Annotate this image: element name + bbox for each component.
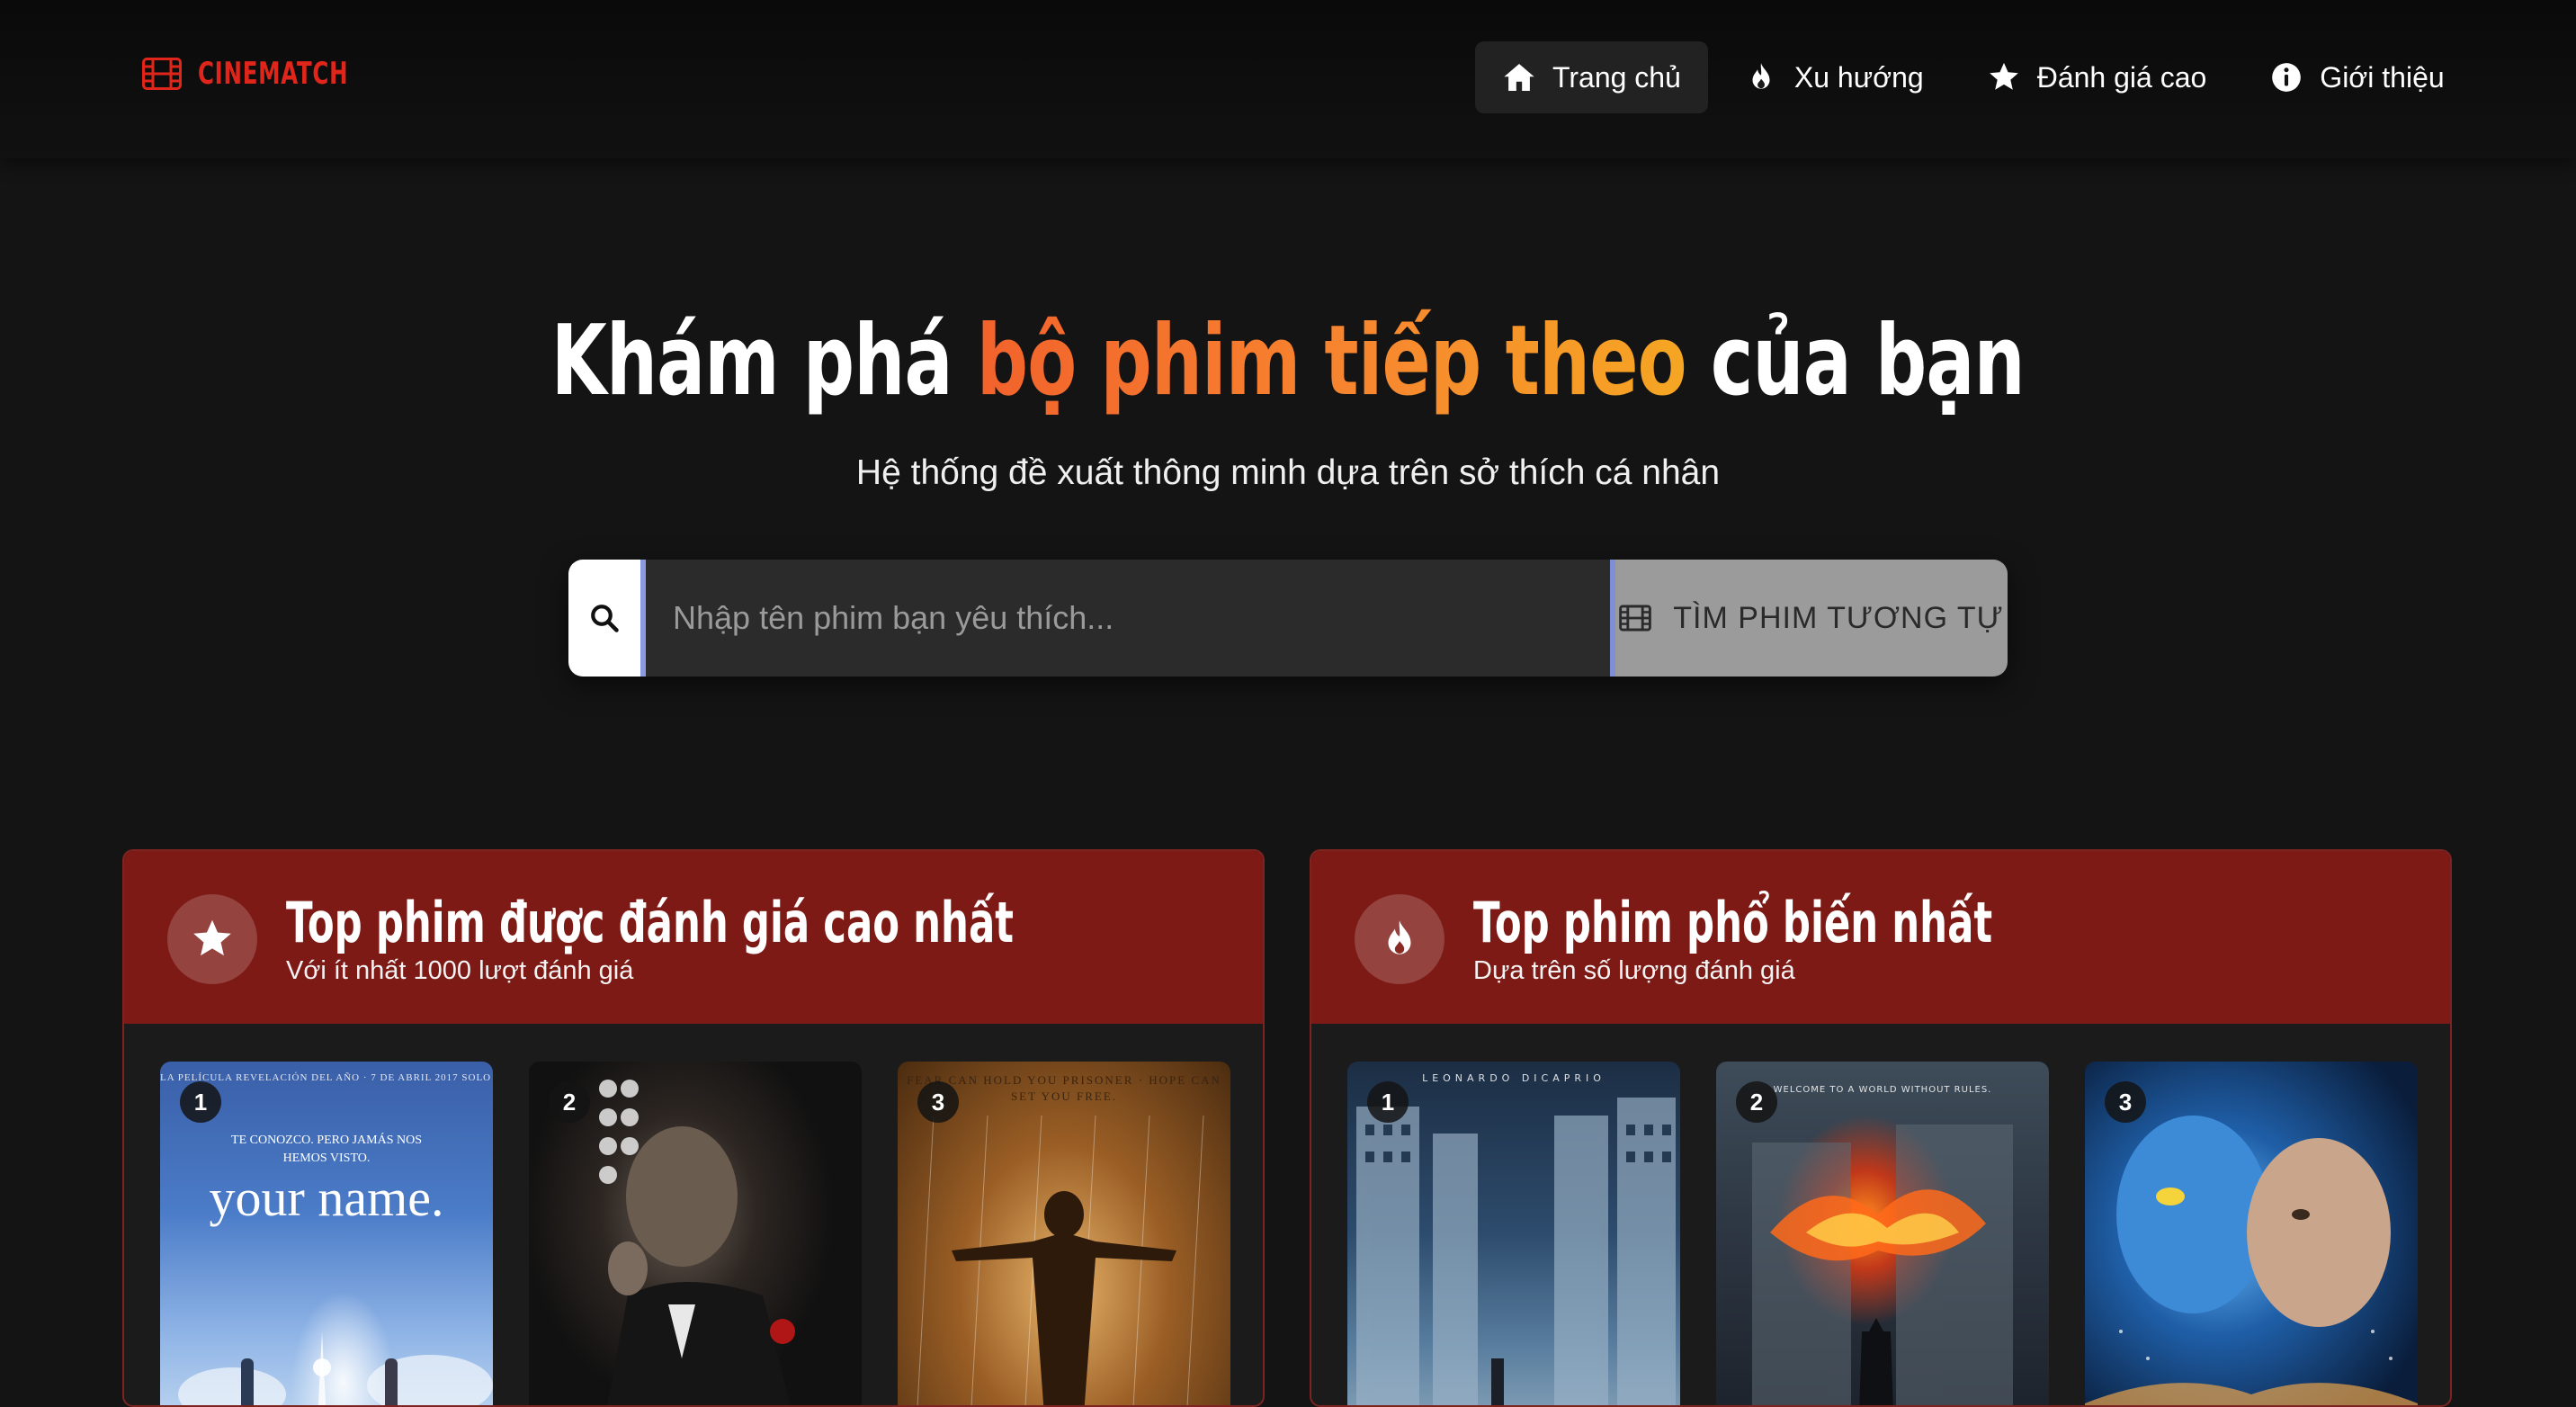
- film-icon: [142, 58, 182, 90]
- find-similar-button[interactable]: TÌM PHIM TƯƠNG TỰ: [1610, 560, 2008, 677]
- fire-icon: [1752, 63, 1770, 89]
- section-title: Top phim phổ biến nhất: [1473, 890, 1993, 955]
- movie-card-the-godfather[interactable]: 2: [529, 1062, 862, 1405]
- hero-title: Khám phá bộ phim tiếp theo của bạn: [0, 299, 2576, 425]
- fire-icon: [1388, 920, 1411, 954]
- hero-title-end: của bạn: [1686, 305, 2026, 417]
- search-icon: [591, 605, 619, 632]
- search-bar: TÌM PHIM TƯƠNG TỰ: [568, 560, 2008, 677]
- movie-row: LEONARDO DICAPRIO 1 WELCOME TO A WORLD W…: [1347, 1062, 2418, 1405]
- film-icon: [1619, 605, 1652, 632]
- rank-badge: 2: [1736, 1081, 1777, 1123]
- section-subtitle: Dựa trên số lượng đánh giá: [1473, 956, 1795, 985]
- find-similar-label: TÌM PHIM TƯƠNG TỰ: [1673, 600, 2004, 635]
- nav-item-label: Trang chủ: [1552, 60, 1681, 94]
- nav-item-label: Đánh giá cao: [2036, 60, 2207, 94]
- movie-card-avatar[interactable]: 3: [2085, 1062, 2418, 1405]
- nav-item-top-rated[interactable]: Đánh giá cao: [1960, 41, 2234, 113]
- section-title: Top phim được đánh giá cao nhất: [286, 890, 1014, 955]
- star-icon: [1989, 62, 2018, 90]
- nav-item-trending[interactable]: Xu hướng: [1717, 41, 1951, 113]
- hero-subtitle: Hệ thống đề xuất thông minh dựa trên sở …: [855, 453, 1721, 492]
- section-header: Top phim phổ biến nhất Dựa trên số lượng…: [1311, 851, 2450, 1024]
- rank-badge: 1: [180, 1081, 221, 1123]
- nav-menu: Trang chủ Xu hướng Đánh giá cao Giới thi…: [1475, 41, 2472, 113]
- hero-title-highlight: bộ phim tiếp theo: [977, 305, 1687, 417]
- nav-item-home[interactable]: Trang chủ: [1475, 41, 1708, 113]
- rank-badge: 2: [549, 1081, 590, 1123]
- nav-item-about[interactable]: Giới thiệu: [2242, 41, 2471, 113]
- home-icon: [1504, 63, 1534, 92]
- top-rated-section: Top phim được đánh giá cao nhất Với ít n…: [122, 849, 1265, 1407]
- section-subtitle: Với ít nhất 1000 lượt đánh giá: [286, 956, 634, 985]
- info-icon: [2272, 63, 2302, 92]
- movie-search-input[interactable]: [646, 560, 1610, 677]
- hero-title-start: Khám phá: [550, 305, 978, 417]
- movie-card-shawshank-redemption[interactable]: FEAR CAN HOLD YOU PRISONER · HOPE CAN SE…: [898, 1062, 1230, 1405]
- rank-badge: 3: [2105, 1081, 2146, 1123]
- movie-card-your-name[interactable]: LA PELÍCULA REVELACIÓN DEL AÑO · 7 DE AB…: [160, 1062, 493, 1405]
- rank-badge: 1: [1367, 1081, 1409, 1123]
- nav-item-label: Giới thiệu: [2320, 60, 2445, 94]
- movie-row: LA PELÍCULA REVELACIÓN DEL AÑO · 7 DE AB…: [160, 1062, 1230, 1405]
- section-header: Top phim được đánh giá cao nhất Với ít n…: [124, 851, 1263, 1024]
- section-icon-badge: [1355, 894, 1445, 984]
- navbar: CINEMATCH Trang chủ Xu hướng Đánh giá ca…: [0, 0, 2576, 158]
- section-icon-badge: [167, 894, 257, 984]
- nav-item-label: Xu hướng: [1793, 60, 1924, 94]
- most-popular-section: Top phim phổ biến nhất Dựa trên số lượng…: [1310, 849, 2452, 1407]
- brand-name: CINEMATCH: [198, 56, 349, 92]
- star-icon: [193, 919, 231, 956]
- brand-logo[interactable]: CINEMATCH: [142, 56, 407, 92]
- rank-badge: 3: [917, 1081, 959, 1123]
- movie-card-inception[interactable]: LEONARDO DICAPRIO 1: [1347, 1062, 1680, 1405]
- movie-card-the-dark-knight[interactable]: WELCOME TO A WORLD WITHOUT RULES. 2: [1716, 1062, 2049, 1405]
- search-icon-container: [568, 560, 646, 677]
